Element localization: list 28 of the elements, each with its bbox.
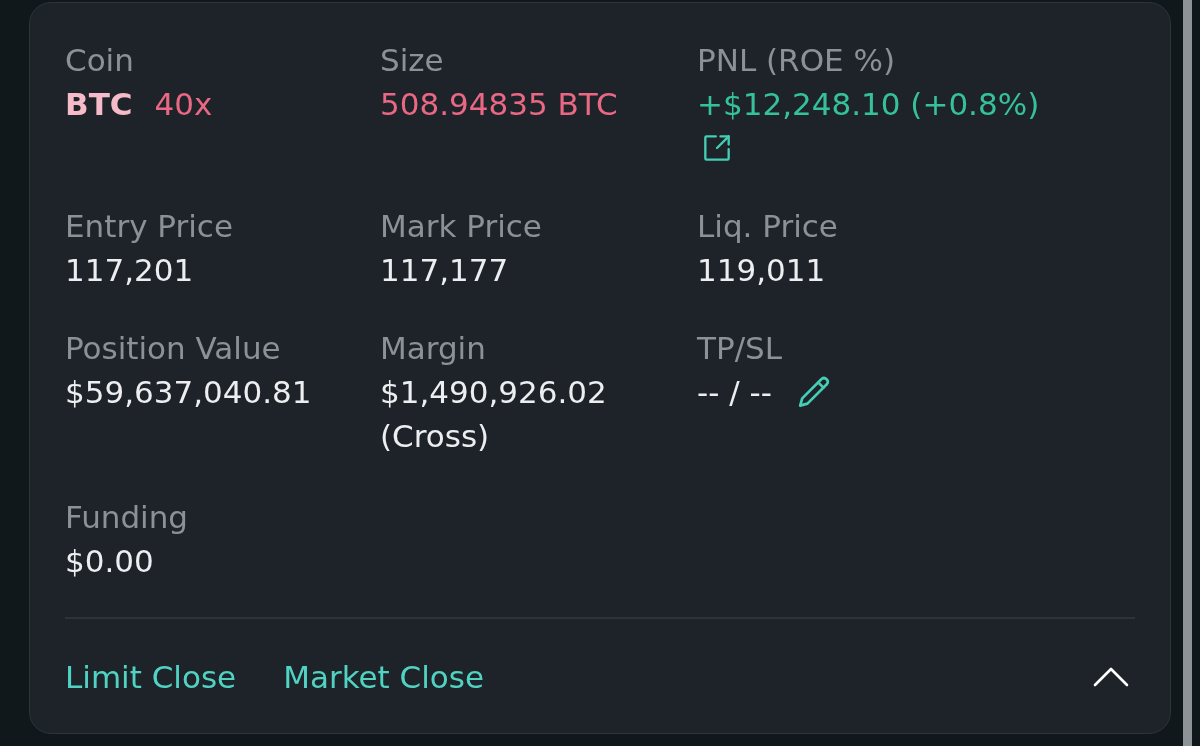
scrollbar[interactable]	[1183, 0, 1192, 746]
field-label: Position Value	[65, 329, 281, 368]
margin-mode: (Cross)	[380, 417, 490, 456]
field-label: Mark Price	[380, 207, 542, 246]
field-label: Entry Price	[65, 207, 233, 246]
field-value: 119,011	[697, 251, 826, 290]
field-value: 117,201	[65, 251, 194, 290]
field-label: Size	[380, 41, 444, 80]
field-value: 508.94835 BTC	[380, 85, 618, 124]
leverage-value: 40x	[154, 85, 213, 124]
chevron-up-icon[interactable]	[1093, 667, 1129, 687]
field-label: Liq. Price	[697, 207, 838, 246]
field-value: $0.00	[65, 542, 154, 581]
coin-symbol: BTC	[65, 85, 133, 124]
external-link-icon[interactable]	[703, 134, 731, 162]
field-value: $59,637,040.81	[65, 373, 312, 412]
close-position-button[interactable]: Limit Close	[65, 655, 237, 699]
pencil-icon[interactable]	[797, 376, 830, 408]
field-value: +$12,248.10 (+0.8%)	[697, 85, 1040, 124]
field-value: 117,177	[380, 251, 509, 290]
field-label: PNL (ROE %)	[697, 41, 896, 80]
field-label: Funding	[65, 498, 189, 537]
field-label: Margin	[380, 329, 486, 368]
field-label: TP/SL	[697, 329, 783, 368]
close-position-button[interactable]: Market Close	[283, 655, 485, 699]
field-value: $1,490,926.02	[380, 373, 607, 412]
field-label: Coin	[65, 41, 134, 80]
field-value: -- / --	[697, 373, 772, 412]
